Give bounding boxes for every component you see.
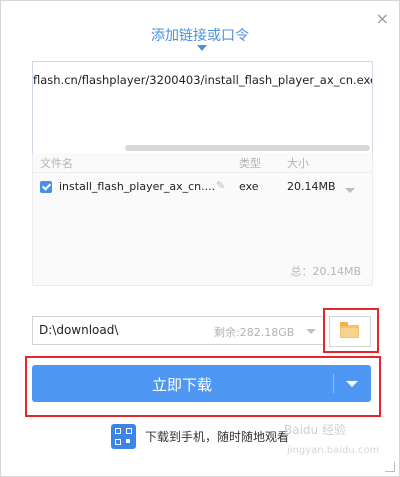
save-path-value: D:\download\ — [39, 323, 119, 337]
header-type: 类型 — [239, 157, 261, 170]
qr-code-icon[interactable] — [111, 424, 136, 449]
file-type: exe — [239, 180, 259, 193]
total-size: 总：20.14MB — [290, 265, 361, 278]
file-list: 文件名 类型 大小 install_flash_player_ax_cn....… — [32, 153, 373, 286]
chevron-down-icon[interactable] — [306, 329, 316, 334]
url-input-text: flash.cn/flashplayer/3200403/install_fla… — [33, 73, 373, 87]
tab-add-link[interactable]: 添加链接或口令 — [1, 25, 399, 45]
url-input[interactable]: flash.cn/flashplayer/3200403/install_fla… — [32, 61, 373, 155]
caret-down-icon — [197, 45, 207, 51]
horizontal-scrollbar[interactable] — [125, 145, 370, 151]
highlight-box-folder — [323, 308, 379, 353]
watermark-text: Baidu 经验 — [284, 423, 346, 437]
checkbox-checked-icon[interactable] — [40, 181, 52, 193]
remaining-space: 剩余:282.18GB — [214, 326, 295, 339]
file-size: 20.14MB — [287, 180, 336, 193]
header-size: 大小 — [287, 157, 309, 170]
watermark-subtext: jingyan.baidu.com — [287, 445, 380, 456]
size-dropdown-icon[interactable] — [345, 188, 355, 193]
header-divider — [33, 172, 372, 173]
download-to-phone-link[interactable]: 下载到手机，随时随地观看 — [145, 428, 289, 445]
resize-grip-icon[interactable] — [385, 462, 395, 472]
highlight-box-download — [25, 356, 381, 417]
header-filename: 文件名 — [40, 157, 73, 170]
pencil-icon[interactable]: ✎ — [216, 179, 225, 192]
save-path-select[interactable]: D:\download\ 剩余:282.18GB — [32, 316, 324, 345]
download-dialog: × 添加链接或口令 flash.cn/flashplayer/3200403/i… — [0, 0, 400, 477]
file-name: install_flash_player_ax_cn.... — [59, 180, 216, 193]
